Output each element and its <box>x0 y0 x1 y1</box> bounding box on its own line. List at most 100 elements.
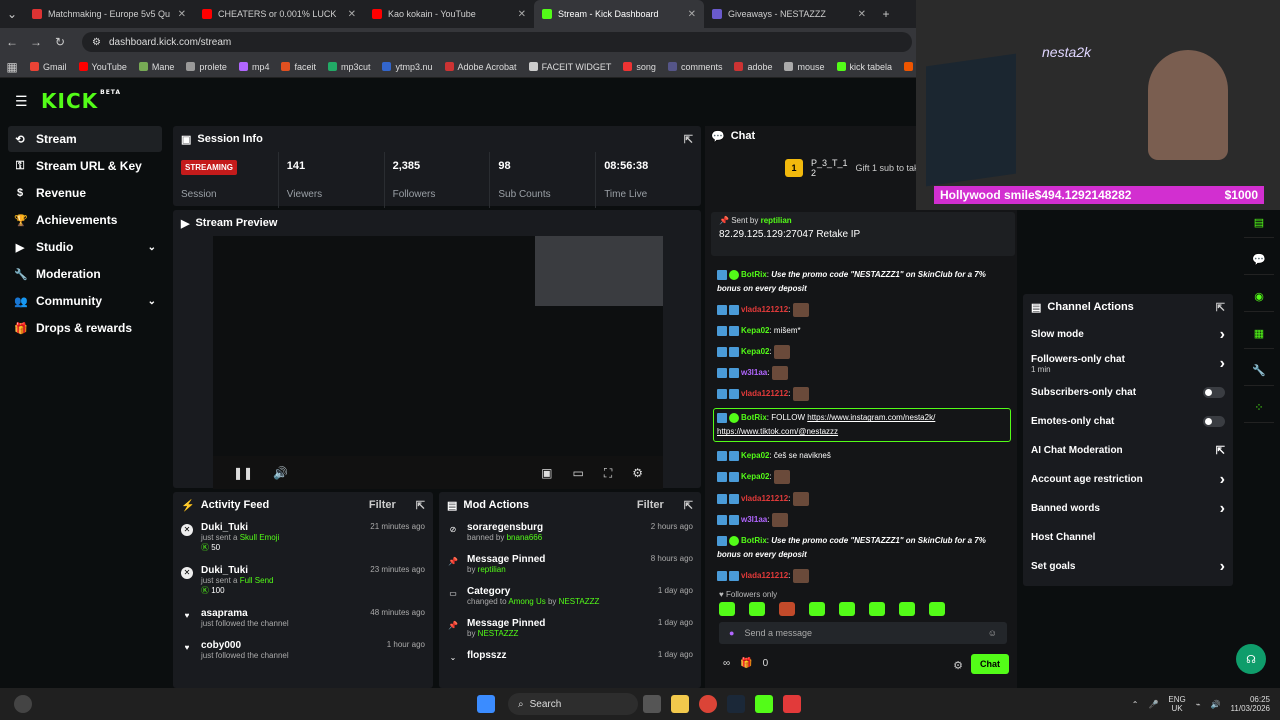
bookmark-item[interactable]: mp4 <box>233 62 276 72</box>
sidebar-item-studio[interactable]: ▶ Studio ⌄ <box>8 234 162 260</box>
volume-icon[interactable]: 🔊 <box>273 466 288 480</box>
channel-action-account-age-restriction[interactable]: Account age restriction › <box>1023 465 1233 494</box>
activity-item[interactable]: ✕ Duki_Tuki just sent a Skull Emoji Ⓚ 50 21 … <box>181 522 425 553</box>
toggle-switch[interactable] <box>1203 416 1225 427</box>
support-icon[interactable]: ☊ <box>1236 644 1266 674</box>
top-gifter-name[interactable]: P_3_T_1 <box>811 158 848 168</box>
chat-message[interactable]: w3l1aa: <box>717 512 1011 527</box>
emoji-icon[interactable]: ☺ <box>988 628 997 638</box>
activity-user[interactable]: Duki_Tuki <box>201 522 279 533</box>
tab-close-icon[interactable]: ✕ <box>688 9 696 20</box>
sidebar-item-community[interactable]: 👥 Community ⌄ <box>8 288 162 314</box>
activity-user[interactable]: Duki_Tuki <box>201 565 273 576</box>
channel-action-ai-chat-moderation[interactable]: AI Chat Moderation ⇱ <box>1023 436 1233 465</box>
browser-tab[interactable]: Kao kokain - YouTube ✕ <box>364 0 534 28</box>
chevron-down-icon[interactable]: ⌄ <box>148 296 156 307</box>
chat-message[interactable]: vlada121212: <box>717 387 1011 402</box>
tray-mic-icon[interactable]: 🎤 <box>1148 700 1158 709</box>
chat-message[interactable]: Kepa02: <box>717 470 1011 485</box>
chat-username[interactable]: Kepa02 <box>741 473 769 482</box>
pip-icon[interactable]: ▣ <box>541 466 552 480</box>
emote-icon[interactable] <box>869 602 885 616</box>
chevron-right-icon[interactable]: › <box>1220 326 1225 344</box>
channel-action-host-channel[interactable]: Host Channel <box>1023 523 1233 552</box>
channel-action-banned-words[interactable]: Banned words › <box>1023 494 1233 523</box>
bookmark-item[interactable]: faceit <box>275 62 322 72</box>
bookmark-item[interactable]: Adobe Acrobat <box>439 62 523 72</box>
browser-tab[interactable]: CHEATERS or 0.001% LUCK ✕ <box>194 0 364 28</box>
emote-icon[interactable] <box>929 602 945 616</box>
popout-icon[interactable]: ⇱ <box>1216 301 1225 314</box>
steam-icon[interactable] <box>727 695 745 713</box>
sidebar-item-revenue[interactable]: $ Revenue <box>8 180 162 206</box>
bookmark-item[interactable]: adobe <box>728 62 778 72</box>
chat-link[interactable]: https://www.instagram.com/nesta2k/ <box>807 413 935 422</box>
bookmark-item[interactable]: ytmp3.nu <box>376 62 438 72</box>
emote-icon[interactable] <box>779 602 795 616</box>
chat-username[interactable]: vlada121212 <box>741 494 788 503</box>
popout-icon[interactable]: ⇱ <box>684 133 693 146</box>
url-field[interactable]: ⚙ dashboard.kick.com/stream <box>82 32 912 52</box>
faceit-icon[interactable] <box>783 695 801 713</box>
chat-message[interactable]: Kepa02: <box>717 345 1011 360</box>
forward-icon[interactable]: → <box>24 35 48 49</box>
tray-chevron-icon[interactable]: ⌃ <box>1132 700 1139 709</box>
theater-icon[interactable]: ▭ <box>572 466 583 480</box>
chrome-icon[interactable] <box>699 695 717 713</box>
chat-input[interactable]: ● Send a message ☺ <box>719 622 1007 644</box>
chevron-right-icon[interactable]: › <box>1220 558 1225 576</box>
chat-link[interactable]: https://www.tiktok.com/@nestazzz <box>717 427 838 436</box>
channel-action-slow-mode[interactable]: Slow mode › <box>1023 320 1233 349</box>
settings-icon[interactable]: ⚙ <box>632 466 643 480</box>
pinned-user[interactable]: reptilian <box>761 216 792 225</box>
back-icon[interactable]: ← <box>0 35 24 49</box>
chat-username[interactable]: vlada121212 <box>741 305 788 314</box>
chat-username[interactable]: BotRix <box>741 413 767 422</box>
popout-icon[interactable]: ⇱ <box>684 499 693 512</box>
chat-username[interactable]: Kepa02 <box>741 326 769 335</box>
bookmark-item[interactable]: song <box>617 62 662 72</box>
activity-item[interactable]: ♥ coby000 just followed the channel 1 hour … <box>181 640 425 660</box>
activity-user[interactable]: asaprama <box>201 608 289 619</box>
sidebar-item-stream[interactable]: ⟲ Stream <box>8 126 162 152</box>
sidebar-item-achievements[interactable]: 🏆 Achievements <box>8 207 162 233</box>
mod-user[interactable]: reptilian <box>478 565 506 574</box>
sidebar-item-moderation[interactable]: 🔧 Moderation <box>8 261 162 287</box>
emote-icon[interactable] <box>899 602 915 616</box>
chat-username[interactable]: vlada121212 <box>741 389 788 398</box>
mod-user[interactable]: bnana666 <box>507 533 543 542</box>
chat-username[interactable]: BotRix <box>741 270 767 279</box>
emote-icon[interactable] <box>719 602 735 616</box>
browser-tab[interactable]: Matchmaking - Europe 5v5 Qu ✕ <box>24 0 194 28</box>
toolbar-broadcast-icon[interactable]: ◉ <box>1244 282 1274 312</box>
toolbar-wrench-icon[interactable]: 🔧 <box>1244 356 1274 386</box>
activity-item[interactable]: ♥ asaprama just followed the channel 48 min… <box>181 608 425 628</box>
chat-username[interactable]: w3l1aa <box>741 515 767 524</box>
emote-icon[interactable] <box>749 602 765 616</box>
activity-filter-button[interactable]: Filter <box>369 499 396 511</box>
taskbar-search[interactable]: ⌕ Search <box>508 693 638 715</box>
channel-action-emotes-only-chat[interactable]: Emotes-only chat <box>1023 407 1233 436</box>
bookmark-item[interactable]: kick tabela <box>831 62 899 72</box>
browser-tab[interactable]: Stream - Kick Dashboard ✕ <box>534 0 704 28</box>
task-view-icon[interactable] <box>643 695 661 713</box>
windows-start-icon[interactable] <box>477 695 495 713</box>
chevron-right-icon[interactable]: › <box>1220 471 1225 489</box>
new-tab-button[interactable]: + <box>874 7 898 21</box>
mod-action-item[interactable]: 📌 Message Pinned by reptilian 8 hours ago <box>447 554 693 574</box>
chat-message[interactable]: BotRix: FOLLOW https://www.instagram.com… <box>713 408 1011 443</box>
bookmark-item[interactable]: Mane <box>133 62 181 72</box>
chat-message[interactable]: vlada121212: <box>717 491 1011 506</box>
mod-filter-button[interactable]: Filter <box>637 499 664 511</box>
mod-action-item[interactable]: ⌄ flopsszz 1 day ago <box>447 650 693 664</box>
sidebar-item-stream-url-key[interactable]: ⚿ Stream URL & Key <box>8 153 162 179</box>
emote-icon[interactable] <box>839 602 855 616</box>
stream-preview-player[interactable]: ❚❚ 🔊 ▣ ▭ ⛶ ⚙ <box>213 236 663 489</box>
chat-username[interactable]: w3l1aa <box>741 368 767 377</box>
mod-action-item[interactable]: ⊘ soraregensburg banned by bnana666 2 hours… <box>447 522 693 542</box>
chat-send-button[interactable]: Chat <box>971 654 1009 674</box>
bookmark-item[interactable]: mouse <box>778 62 830 72</box>
apps-grid-icon[interactable]: ▦ <box>0 60 24 74</box>
kick-app-icon[interactable] <box>755 695 773 713</box>
external-link-icon[interactable]: ⇱ <box>1216 444 1225 457</box>
